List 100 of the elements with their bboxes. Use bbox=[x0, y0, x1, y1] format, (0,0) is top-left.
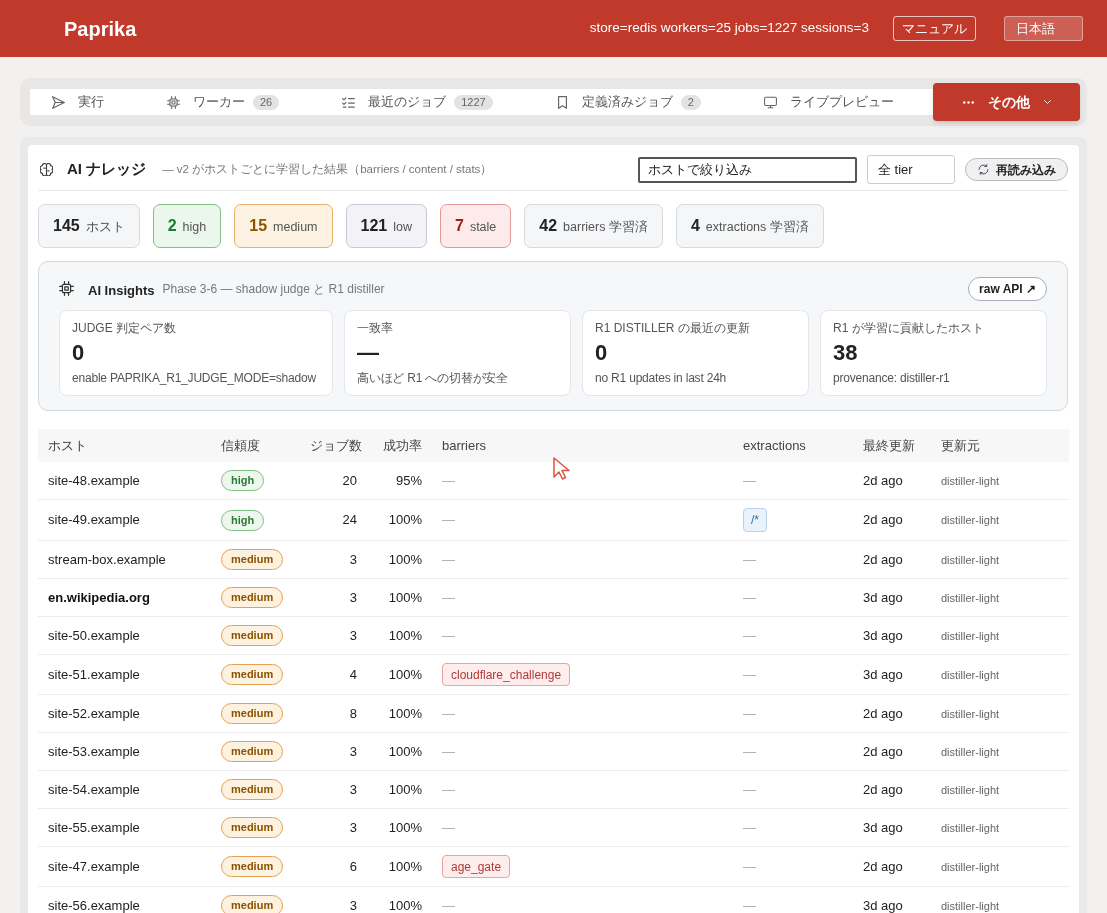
tab[interactable]: 実行 bbox=[52, 89, 104, 115]
tab[interactable]: 定義済みジョブ 2 bbox=[555, 89, 701, 115]
more-menu-button[interactable]: その他 bbox=[933, 83, 1080, 121]
insight-note: 高いほど R1 への切替が安全 bbox=[357, 371, 508, 385]
source-name: distiller-light bbox=[941, 513, 1000, 527]
empty-dash: — bbox=[442, 589, 455, 606]
manual-button[interactable]: マニュアル bbox=[893, 16, 976, 41]
column-header[interactable]: 成功率 bbox=[383, 437, 422, 453]
updated-time: 2d ago bbox=[863, 743, 903, 760]
stat-value: 15 bbox=[249, 216, 268, 236]
stat-label: extractions 学習済 bbox=[705, 218, 809, 236]
updated-time: 2d ago bbox=[863, 858, 903, 875]
source-name: distiller-light bbox=[941, 628, 1000, 643]
insight-label: 一致率 bbox=[357, 321, 393, 335]
column-header[interactable]: ホスト bbox=[48, 437, 87, 453]
updated-time: 2d ago bbox=[863, 512, 903, 528]
stat-value: 4 bbox=[690, 216, 700, 236]
tab[interactable]: ワーカー 26 bbox=[167, 89, 280, 115]
column-header[interactable]: 更新元 bbox=[941, 437, 980, 453]
column-header[interactable]: 最終更新 bbox=[863, 437, 915, 453]
empty-dash: — bbox=[743, 472, 756, 489]
stat-label: low bbox=[393, 218, 412, 236]
job-count: 3 bbox=[349, 551, 357, 568]
language-select[interactable]: 日本語 bbox=[1004, 16, 1083, 41]
updated-time: 2d ago bbox=[863, 551, 903, 568]
success-rate: 100% bbox=[388, 627, 422, 644]
confidence-badge: medium bbox=[221, 817, 284, 838]
empty-dash: — bbox=[743, 589, 756, 606]
paper-plane-icon bbox=[52, 95, 65, 109]
empty-dash: — bbox=[442, 897, 455, 913]
updated-time: 3d ago bbox=[863, 897, 903, 913]
tab[interactable]: ライブプレビュー bbox=[763, 89, 894, 115]
insights-subtitle: Phase 3-6 — shadow judge と R1 distiller bbox=[162, 280, 385, 298]
empty-dash: — bbox=[442, 743, 455, 760]
reload-button[interactable]: 再読み込み bbox=[965, 158, 1068, 181]
host-name: site-54.example bbox=[48, 781, 140, 798]
tier-select[interactable]: 全 tier bbox=[867, 155, 955, 184]
success-rate: 100% bbox=[388, 858, 422, 875]
confidence-badge: medium bbox=[221, 703, 284, 724]
updated-time: 3d ago bbox=[863, 819, 903, 836]
stat-label: medium bbox=[273, 218, 318, 236]
chip-icon bbox=[167, 95, 180, 109]
job-count: 3 bbox=[349, 589, 357, 606]
empty-dash: — bbox=[743, 666, 756, 683]
source-name: distiller-light bbox=[941, 590, 1000, 605]
host-name: site-48.example bbox=[48, 472, 140, 489]
bookmark-icon bbox=[555, 95, 569, 109]
refresh-icon bbox=[977, 164, 989, 175]
host-name: site-56.example bbox=[48, 897, 140, 913]
tab[interactable]: 最近のジョブ 1227 bbox=[342, 89, 493, 115]
empty-dash: — bbox=[442, 819, 455, 836]
column-header[interactable]: 信頼度 bbox=[221, 437, 260, 453]
empty-dash: — bbox=[743, 858, 756, 875]
barrier-tag: age_gate bbox=[442, 855, 511, 878]
success-rate: 100% bbox=[388, 819, 422, 836]
column-header[interactable]: ジョブ数 bbox=[310, 437, 362, 453]
stat-value: 2 bbox=[167, 216, 177, 236]
success-rate: 100% bbox=[388, 551, 422, 568]
updated-time: 2d ago bbox=[863, 705, 903, 722]
checklist-icon bbox=[342, 95, 356, 109]
empty-dash: — bbox=[743, 551, 756, 568]
success-rate: 100% bbox=[388, 666, 422, 683]
source-name: distiller-light bbox=[941, 859, 1000, 874]
insight-value: — bbox=[357, 340, 379, 366]
section-title: AI ナレッジ bbox=[67, 159, 147, 180]
updated-time: 2d ago bbox=[863, 781, 903, 798]
success-rate: 100% bbox=[388, 705, 422, 722]
insight-label: R1 DISTILLER の最近の更新 bbox=[595, 321, 750, 335]
empty-dash: — bbox=[442, 627, 455, 644]
empty-dash: — bbox=[442, 551, 455, 568]
updated-time: 3d ago bbox=[863, 589, 903, 606]
job-count: 3 bbox=[349, 743, 357, 760]
insight-value: 0 bbox=[72, 340, 85, 366]
confidence-badge: medium bbox=[221, 895, 284, 913]
success-rate: 100% bbox=[388, 512, 422, 528]
host-filter-field[interactable]: ホストで絞り込み bbox=[638, 156, 857, 183]
updated-time: 3d ago bbox=[863, 627, 903, 644]
empty-dash: — bbox=[743, 897, 756, 913]
confidence-badge: medium bbox=[221, 741, 284, 762]
success-rate: 100% bbox=[388, 589, 422, 606]
status-text: store=redis workers=25 jobs=1227 sessions=3 bbox=[589, 19, 869, 38]
count-badge: 1227 bbox=[454, 94, 493, 110]
empty-dash: — bbox=[743, 781, 756, 798]
section-subtitle: — v2 がホストごとに学習した結果（barriers / content / stats） bbox=[162, 161, 493, 177]
host-name: site-55.example bbox=[48, 819, 140, 836]
stat-value: 145 bbox=[53, 216, 80, 236]
host-name: site-49.example bbox=[48, 512, 140, 528]
source-name: distiller-light bbox=[941, 473, 1000, 488]
monitor-icon bbox=[763, 95, 777, 109]
chevron-down-icon bbox=[1043, 100, 1051, 104]
brand-logo: Paprika bbox=[64, 16, 137, 42]
host-name: site-51.example bbox=[48, 666, 140, 683]
column-header[interactable]: extractions bbox=[743, 437, 806, 453]
raw-api-link[interactable]: raw API ↗ bbox=[968, 276, 1047, 301]
source-name: distiller-light bbox=[941, 552, 1000, 567]
host-name: site-52.example bbox=[48, 705, 140, 722]
success-rate: 100% bbox=[388, 743, 422, 760]
updated-time: 3d ago bbox=[863, 666, 903, 683]
confidence-badge: medium bbox=[221, 625, 284, 646]
column-header[interactable]: barriers bbox=[442, 437, 487, 453]
